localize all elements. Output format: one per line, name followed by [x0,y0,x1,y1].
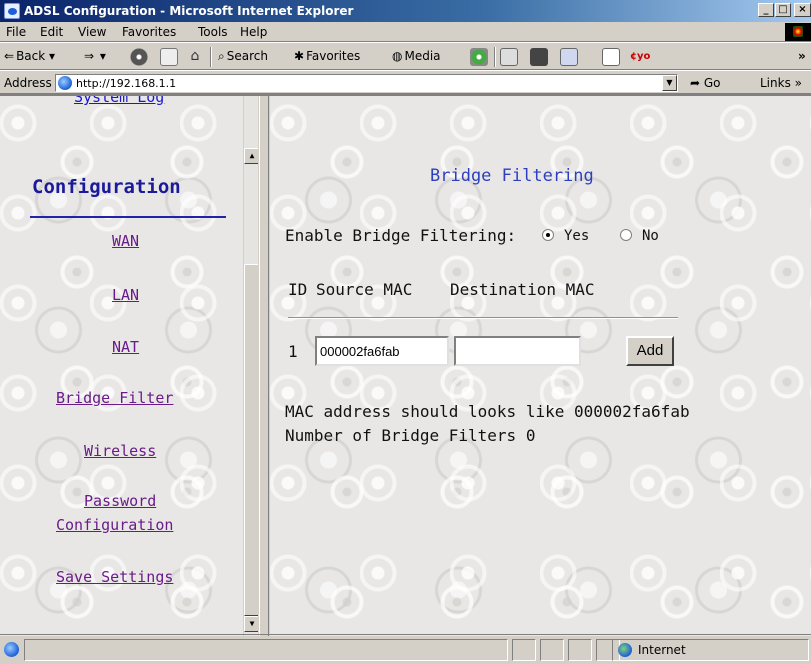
search-label: Search [226,49,268,63]
address-url: http://192.168.1.1 [76,77,177,90]
row-id: 1 [288,342,298,361]
status-zone: Internet [638,643,686,657]
column-header-source-mac: Source MAC [316,280,413,299]
media-button[interactable]: ◍ Media [392,49,441,63]
menu-view[interactable]: View [78,25,106,39]
status-pane [540,639,564,661]
go-button[interactable]: ➦ Go [690,76,721,90]
menu-favorites[interactable]: Favorites [122,25,176,39]
left-nav-frame: System Log Configuration WAN LAN NAT Bri… [0,96,258,636]
section-divider [30,216,226,218]
search-button[interactable]: ⌕ Search [218,49,268,64]
main-content-frame: Bridge Filtering Enable Bridge Filtering… [270,96,811,636]
stop-icon[interactable] [130,48,148,66]
menu-file[interactable]: File [6,25,26,39]
add-button[interactable]: Add [626,336,674,366]
status-text-pane [24,639,508,661]
enable-yes-label: Yes [564,228,590,244]
page-status-icon [4,642,19,657]
mac-format-hint: MAC address should looks like 000002fa6f… [285,402,690,421]
nav-section-configuration: Configuration [32,176,181,198]
title-bar: ADSL Configuration - Microsoft Internet … [0,0,811,22]
toolbar-separator [494,47,496,67]
print-icon[interactable] [530,48,548,66]
nav-link-wan[interactable]: WAN [112,232,139,250]
nav-link-lan[interactable]: LAN [112,286,139,304]
refresh-icon[interactable] [160,48,178,66]
messenger-icon[interactable]: ¢yo [630,48,650,66]
left-frame-scrollbar[interactable]: ▲ ▼ [243,96,258,636]
status-pane [568,639,592,661]
links-label: Links [760,76,791,90]
nav-link-bridge-filter[interactable]: Bridge Filter [56,389,173,407]
windows-logo-icon [785,23,811,41]
scroll-thumb[interactable] [244,264,258,616]
menu-help[interactable]: Help [240,25,267,39]
toolbar-overflow-icon[interactable]: » [798,49,806,63]
favorites-icon: ✱ [294,49,305,63]
maximize-button[interactable]: □ [775,3,791,17]
favorites-button[interactable]: ✱ Favorites [294,49,360,63]
history-icon[interactable] [470,48,488,66]
status-bar: Internet [0,634,811,664]
address-label: Address [4,76,52,90]
content-area: System Log Configuration WAN LAN NAT Bri… [0,94,811,636]
close-button[interactable]: × [794,3,811,17]
menu-edit[interactable]: Edit [40,25,63,39]
scroll-up-icon[interactable]: ▲ [244,148,258,164]
source-mac-input[interactable]: 000002fa6fab [315,336,449,366]
page-title: Bridge Filtering [430,166,594,186]
nav-link-password[interactable]: Password [84,492,156,510]
address-input[interactable]: http://192.168.1.1 ▼ [55,74,678,92]
ie-icon [4,3,20,19]
scroll-down-icon[interactable]: ▼ [244,616,258,632]
table-divider [288,317,678,319]
back-button[interactable]: ⇐ Back ▾ [4,49,55,63]
links-button[interactable]: Links » [760,76,802,90]
media-icon: ◍ [392,49,403,63]
favorites-label: Favorites [306,49,361,63]
page-icon [58,76,72,90]
window-title: ADSL Configuration - Microsoft Internet … [24,4,354,18]
nav-link-system-log[interactable]: System Log [74,96,164,106]
go-arrow-icon: ➦ [690,76,704,90]
toolbar-separator [210,47,212,67]
nav-link-nat[interactable]: NAT [112,338,139,356]
forward-arrow-icon: ⇒ [84,49,95,63]
back-label: Back [16,49,46,63]
destination-mac-input[interactable] [454,336,581,366]
menu-tools[interactable]: Tools [198,25,228,39]
bridge-filter-count: Number of Bridge Filters 0 [285,426,536,445]
frame-divider[interactable] [259,96,269,636]
address-bar: Address http://192.168.1.1 ▼ ➦ Go Links … [0,70,811,94]
column-header-destination-mac: Destination MAC [450,280,595,299]
enable-no-label: No [642,228,659,244]
forward-button[interactable]: ⇒ ▾ [84,49,106,63]
mail-icon[interactable] [500,48,518,66]
enable-bridge-filtering-label: Enable Bridge Filtering: [285,226,517,245]
enable-yes-radio[interactable] [542,229,554,241]
address-dropdown-icon[interactable]: ▼ [662,75,677,91]
nav-link-save-settings[interactable]: Save Settings [56,568,173,586]
enable-no-radio[interactable] [620,229,632,241]
media-label: Media [404,49,441,63]
go-label: Go [703,76,721,90]
toolbar: ⇐ Back ▾ ⇒ ▾ ⌂ ⌕ Search ✱ Favorites ◍ Media … [0,42,811,70]
edit-icon[interactable] [560,48,578,66]
minimize-button[interactable]: _ [758,3,774,17]
nav-link-wireless[interactable]: Wireless [84,442,156,460]
discuss-icon[interactable] [602,48,620,66]
menu-bar: File Edit View Favorites Tools Help [0,22,811,42]
status-pane [512,639,536,661]
search-icon: ⌕ [218,49,225,63]
nav-link-configuration[interactable]: Configuration [56,516,173,534]
back-arrow-icon: ⇐ [4,49,15,63]
home-icon[interactable]: ⌂ [186,48,204,66]
column-header-id: ID [288,280,308,299]
internet-zone-icon [618,643,632,657]
